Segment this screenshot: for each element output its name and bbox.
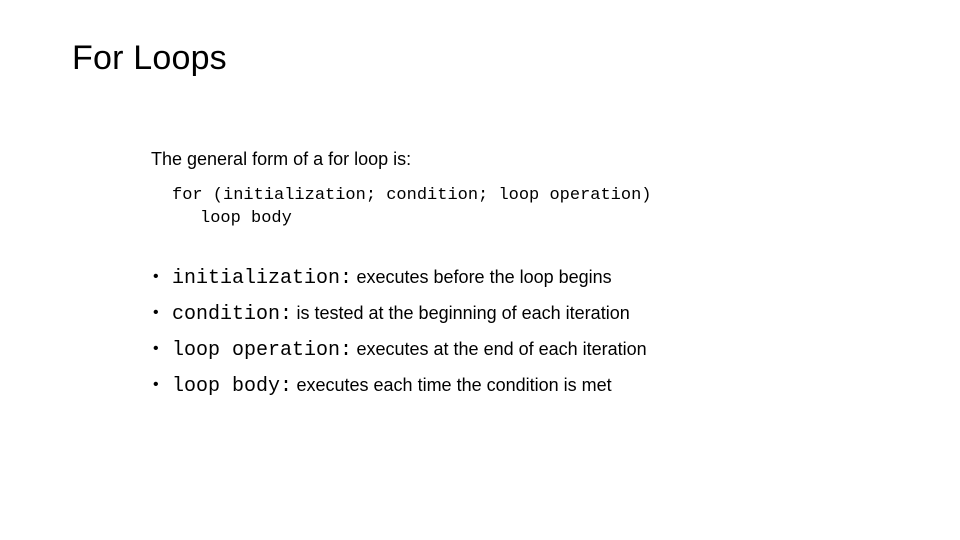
term-loop-body: loop body:: [172, 375, 293, 398]
code-block: for (initialization; condition; loop ope…: [151, 184, 891, 230]
term-description: executes each time the condition is met: [296, 375, 612, 395]
code-line-for-statement: for (initialization; condition; loop ope…: [172, 186, 652, 205]
term-loop-operation: loop operation:: [172, 339, 353, 362]
bullet-icon: •: [153, 340, 159, 357]
intro-text: The general form of a for loop is:: [151, 149, 412, 169]
term-description: is tested at the beginning of each itera…: [296, 303, 630, 323]
term-initialization: initialization:: [172, 267, 353, 290]
term-condition: condition:: [172, 303, 293, 326]
definition-list: • initialization: executes before the lo…: [151, 259, 891, 403]
term-description: executes before the loop begins: [356, 267, 612, 287]
slide-canvas: For Loops The general form of a for loop…: [0, 0, 960, 540]
code-line-loop-body: loop body: [200, 209, 292, 228]
term-description: executes at the end of each iteration: [356, 339, 647, 359]
list-item: • initialization: executes before the lo…: [151, 259, 891, 295]
slide-body: The general form of a for loop is: for (…: [151, 146, 891, 403]
bullet-icon: •: [153, 304, 159, 321]
list-item: • loop body: executes each time the cond…: [151, 367, 891, 403]
list-item: • loop operation: executes at the end of…: [151, 331, 891, 367]
page-title: For Loops: [72, 39, 227, 77]
list-item: • condition: is tested at the beginning …: [151, 295, 891, 331]
bullet-icon: •: [153, 376, 159, 393]
bullet-icon: •: [153, 268, 159, 285]
